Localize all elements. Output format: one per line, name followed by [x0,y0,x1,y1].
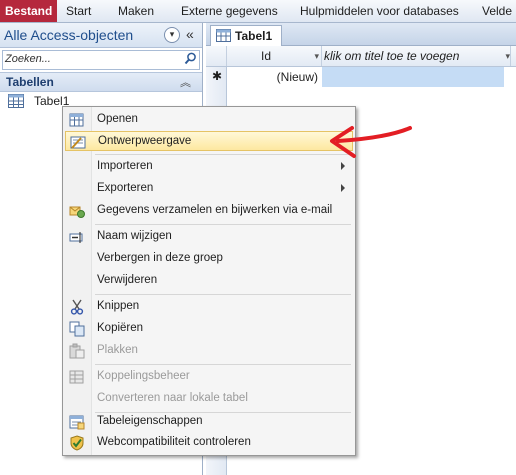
group-header-tabellen[interactable]: Tabellen ︽ [0,72,202,92]
menu-item-webcompatibiliteit[interactable]: Webcompatibiliteit controleren [65,433,353,453]
menu-item-verwijderen[interactable]: Verwijderen [65,271,353,291]
tab-bestand[interactable]: Bestand [0,0,58,22]
menu-item-koppelingsbeheer[interactable]: Koppelingsbeheer [65,367,353,387]
table-properties-icon [69,414,85,430]
cell-id-new[interactable]: (Nieuw) [227,67,321,87]
submenu-arrow-icon [341,162,345,170]
nav-pane-title: Alle Access-objecten [4,27,134,43]
table-icon [8,94,24,111]
nav-pane-header[interactable]: Alle Access-objecten ▾ « [0,23,202,48]
scissors-icon [69,299,85,315]
menu-item-label: Importeren [97,160,153,172]
tab-externe-gegevens[interactable]: Externe gegevens [181,0,278,22]
column-header-label: klik om titel toe te voegen [324,49,460,63]
menu-item-label: Knippen [97,300,140,312]
column-header-id[interactable]: Id ▾ [227,46,322,66]
new-record-value: (Nieuw) [276,70,318,84]
context-menu: Openen Ontwerpweergave Importeren Export… [62,106,356,456]
menu-item-verbergen[interactable]: Verbergen in deze groep [65,249,353,269]
ribbon-tab-bar: Bestand Start Maken Externe gegevens Hul… [0,0,516,23]
document-tab-tabel1[interactable]: Tabel1 [210,25,282,46]
menu-item-label: Converteren naar lokale tabel [97,392,248,404]
chevron-down-icon[interactable]: ▾ [314,46,319,66]
menu-item-label: Openen [97,113,138,125]
web-compat-check-icon [69,435,85,451]
datasheet-header: Id ▾ klik om titel toe te voegen ▾ [206,46,516,67]
chevron-down-icon[interactable]: ▾ [505,46,510,66]
menu-item-openen[interactable]: Openen [65,110,353,130]
menu-separator [95,154,351,155]
new-record-marker: ✱ [212,69,223,83]
menu-item-label: Ontwerpweergave [98,135,192,147]
menu-item-label: Naam wijzigen [97,230,172,242]
menu-separator [95,364,351,365]
group-label: Tabellen [6,75,54,89]
column-header-add[interactable]: klik om titel toe te voegen ▾ [322,46,511,66]
collect-data-icon [69,203,85,219]
column-header-label: Id [261,49,272,63]
search-input[interactable]: Zoeken... [2,50,200,70]
search-placeholder: Zoeken... [5,53,51,65]
menu-item-label: Verbergen in deze groep [97,252,223,264]
menu-item-importeren[interactable]: Importeren [65,157,353,177]
menu-item-naam-wijzigen[interactable]: Naam wijzigen [65,227,353,247]
tab-maken[interactable]: Maken [118,0,154,22]
menu-separator [95,294,351,295]
table-icon [216,29,231,45]
tab-velden[interactable]: Velde [482,0,512,22]
collapse-pane-icon[interactable]: « [186,26,194,42]
menu-item-label: Webcompatibiliteit controleren [97,436,251,448]
new-record-row[interactable]: ✱ (Nieuw) [206,67,516,87]
menu-item-label: Gegevens verzamelen en bijwerken via e-m… [97,204,333,216]
menu-item-plakken[interactable]: Plakken [65,341,353,361]
design-view-icon [70,134,86,150]
menu-item-converteren[interactable]: Converteren naar lokale tabel [65,389,353,409]
menu-item-tabeleigenschappen[interactable]: Tabeleigenschappen [65,412,353,432]
rename-icon [69,229,85,245]
menu-item-exporteren[interactable]: Exporteren [65,179,353,199]
menu-item-label: Exporteren [97,182,154,194]
tab-hulpmiddelen-voor-databases[interactable]: Hulpmiddelen voor databases [300,0,459,22]
menu-item-ontwerpweergave[interactable]: Ontwerpweergave [65,131,353,151]
menu-separator [95,224,351,225]
menu-item-label: Verwijderen [97,274,158,286]
chevron-down-icon[interactable]: ▾ [164,27,180,43]
paste-icon [69,343,85,359]
menu-item-knippen[interactable]: Knippen [65,297,353,317]
submenu-arrow-icon [341,184,345,192]
linked-table-manager-icon [69,369,85,385]
tab-start[interactable]: Start [66,0,91,22]
menu-item-kopieren[interactable]: Kopiëren [65,319,353,339]
menu-item-label: Koppelingsbeheer [97,370,190,382]
menu-item-label: Plakken [97,344,138,356]
copy-icon [69,321,85,337]
search-icon[interactable] [184,52,197,68]
collapse-group-icon[interactable]: ︽ [180,74,191,90]
open-icon [69,112,85,128]
document-tab-bar: Tabel1 [206,23,516,46]
menu-item-gegevens-verzamelen[interactable]: Gegevens verzamelen en bijwerken via e-m… [65,201,353,221]
cell-new-field[interactable] [322,67,504,87]
select-all-cell[interactable] [206,46,227,66]
annotation-arrow-icon [330,126,412,158]
document-tab-label: Tabel1 [235,29,273,43]
menu-item-label: Tabeleigenschappen [97,415,203,427]
menu-item-label: Kopiëren [97,322,144,334]
